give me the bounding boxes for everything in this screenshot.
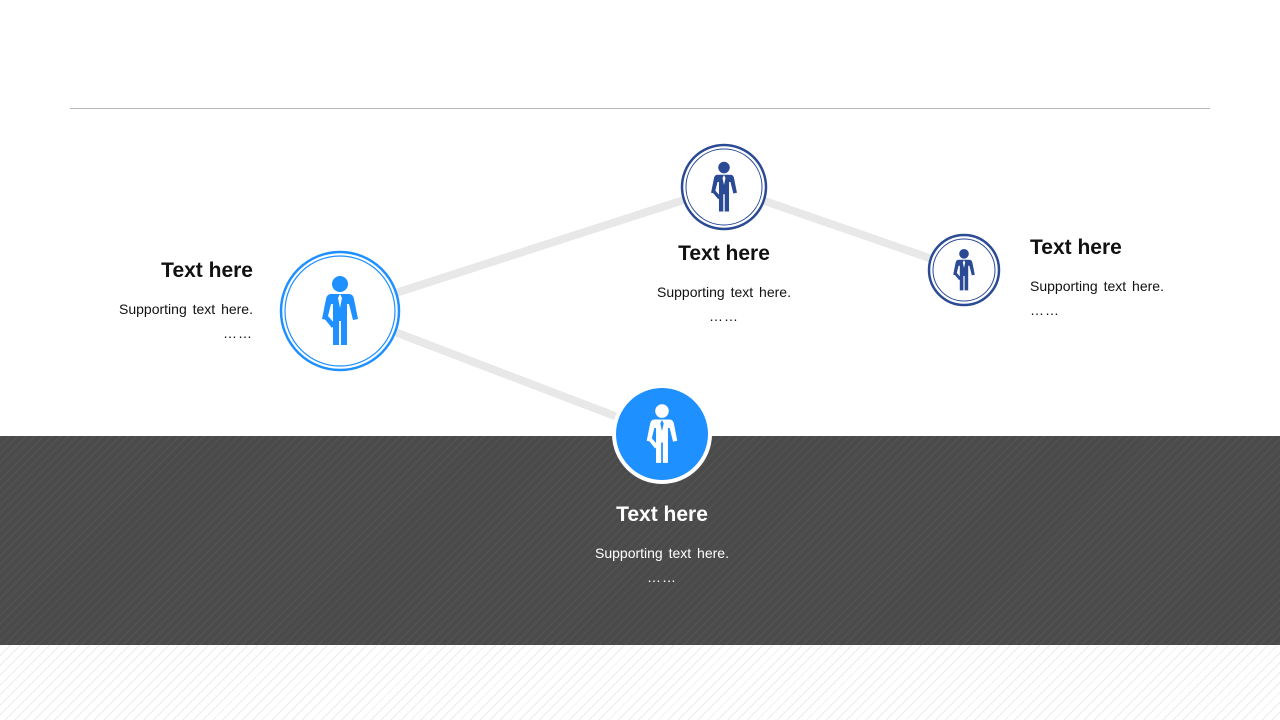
node-3-text: Text here Supporting text here. …… bbox=[1030, 236, 1230, 318]
node-support-text: Supporting text here. bbox=[119, 301, 253, 317]
node-title: Text here bbox=[161, 259, 253, 282]
node-title: Text here bbox=[616, 503, 708, 526]
node-support-text: Supporting text here. bbox=[657, 284, 791, 300]
node-ellipsis: …… bbox=[223, 325, 253, 341]
node-4 bbox=[612, 384, 712, 484]
node-4-text: Text here Supporting text here. …… bbox=[542, 503, 782, 585]
node-ellipsis: …… bbox=[647, 569, 677, 585]
node-title: Text here bbox=[1030, 236, 1122, 259]
node-1 bbox=[279, 250, 401, 372]
node-1-text: Text here Supporting text here. …… bbox=[60, 259, 253, 341]
node-support-text: Supporting text here. bbox=[1030, 278, 1164, 294]
node-ellipsis: …… bbox=[709, 308, 739, 324]
network-diagram bbox=[279, 143, 1001, 484]
node-title: Text here bbox=[678, 242, 770, 265]
node-support-text: Supporting text here. bbox=[595, 545, 729, 561]
node-ellipsis: …… bbox=[1030, 302, 1060, 318]
node-2-text: Text here Supporting text here. …… bbox=[604, 242, 844, 324]
node-2 bbox=[680, 143, 768, 231]
node-3 bbox=[927, 233, 1001, 307]
